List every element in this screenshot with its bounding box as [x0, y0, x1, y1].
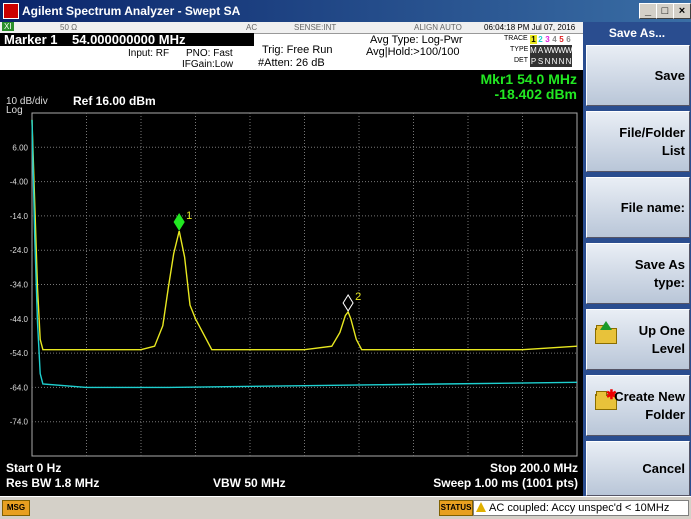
- status-message-box: AC coupled: Accy unspec'd < 10MHz: [473, 500, 689, 516]
- type-2: A: [537, 46, 544, 55]
- marker-label: Marker 1: [4, 32, 58, 47]
- det-4: N: [551, 57, 558, 66]
- y-tick-label: -74.0: [10, 418, 29, 427]
- y-tick-label: -34.0: [10, 281, 29, 290]
- type-6: W: [565, 46, 573, 55]
- cancel-button[interactable]: Cancel: [586, 441, 690, 496]
- trace-6: 6: [566, 35, 571, 44]
- trace-row: 123456: [530, 34, 572, 45]
- y-tick-label: 6.00: [12, 143, 28, 152]
- save-as-type-label-1: Save As: [634, 256, 685, 272]
- res-bw[interactable]: Res BW 1.8 MHz: [6, 476, 99, 490]
- status-message: AC coupled: Accy unspec'd < 10MHz: [489, 502, 670, 514]
- type-3: W: [544, 46, 552, 55]
- trigger-setting: Trig: Free Run: [262, 44, 333, 56]
- up-one-label-1: Up One: [638, 322, 685, 338]
- file-folder-list-button[interactable]: File/Folder List: [586, 111, 690, 172]
- xi-badge: XI: [2, 22, 14, 31]
- sense: SENSE:INT: [294, 23, 337, 32]
- input-setting: Input: RF: [128, 48, 170, 59]
- y-tick-label: -54.0: [10, 349, 29, 358]
- msg-button[interactable]: MSG: [2, 500, 30, 516]
- stop-frequency[interactable]: Stop 200.0 MHz: [490, 461, 578, 475]
- app-icon: [3, 3, 19, 19]
- det-1: P: [530, 57, 537, 66]
- type-5: W: [558, 46, 566, 55]
- det-2: S: [537, 57, 544, 66]
- settings-panel: XI 50 Ω AC SENSE:INT ALIGN AUTO 06:04:18…: [0, 22, 583, 70]
- trace-4: 4: [552, 35, 557, 44]
- impedance: 50 Ω: [60, 23, 78, 32]
- start-frequency[interactable]: Start 0 Hz: [6, 461, 61, 475]
- trace-2: 2: [538, 35, 543, 44]
- maximize-button[interactable]: □: [656, 3, 674, 19]
- close-button[interactable]: ×: [673, 3, 691, 19]
- window-titlebar: Agilent Spectrum Analyzer - Swept SA _ □…: [0, 0, 691, 22]
- det-6: N: [565, 57, 572, 66]
- avg-type: Avg Type: Log-Pwr: [370, 34, 463, 46]
- trace-1: 1: [530, 35, 537, 44]
- det-label: DET: [514, 57, 528, 64]
- save-button[interactable]: Save: [586, 45, 690, 106]
- folder-up-icon: [595, 321, 617, 344]
- file-name-label: File name:: [620, 199, 685, 215]
- y-tick-label: -64.0: [10, 383, 29, 392]
- warning-icon: [476, 502, 486, 512]
- trace-1-line: [31, 119, 578, 351]
- trace-label: TRACE: [504, 35, 528, 42]
- cancel-label: Cancel: [642, 460, 685, 476]
- type-row: MAWWWW: [530, 45, 573, 56]
- up-one-level-button[interactable]: Up One Level: [586, 309, 690, 370]
- file-folder-label-1: File/Folder: [619, 124, 685, 140]
- marker-frequency[interactable]: 54.000000000 MHz: [72, 32, 185, 47]
- datetime: 06:04:18 PM Jul 07, 2016: [484, 23, 576, 32]
- status-button[interactable]: STATUS: [439, 500, 473, 516]
- minimize-button[interactable]: _: [639, 3, 657, 19]
- det-5: N: [558, 57, 565, 66]
- create-new-label-1: Create New: [614, 388, 685, 404]
- type-label: TYPE: [510, 46, 529, 53]
- save-as-type-label-2: type:: [653, 274, 685, 290]
- create-new-folder-button[interactable]: ✱ Create New Folder: [586, 375, 690, 436]
- status-bar: MSG STATUS AC coupled: Accy unspec'd < 1…: [0, 496, 691, 519]
- save-as-type-button[interactable]: Save As type:: [586, 243, 690, 304]
- align-status: ALIGN AUTO: [414, 23, 462, 32]
- softkey-menu-title: Save As...: [608, 26, 666, 40]
- det-row: P SNNNN: [530, 56, 572, 67]
- attenuation-setting: #Atten: 26 dB: [258, 57, 325, 69]
- type-4: W: [551, 46, 559, 55]
- y-tick-label: -14.0: [10, 212, 29, 221]
- spectrum-plot: 6.00 -4.00 -14.0 -24.0 -34.0 -44.0 -54.0 -64.0 -…: [10, 112, 578, 457]
- type-1: M: [530, 46, 537, 55]
- y-tick-label: -24.0: [10, 246, 29, 255]
- save-label: Save: [654, 67, 685, 83]
- window-title: Agilent Spectrum Analyzer - Swept SA: [22, 4, 241, 18]
- marker-2-label: 2: [355, 291, 361, 303]
- file-folder-label-2: List: [661, 142, 685, 158]
- pno-setting: PNO: Fast: [186, 48, 233, 59]
- sweep-time[interactable]: Sweep 1.00 ms (1001 pts): [433, 476, 578, 490]
- coupling: AC: [246, 23, 258, 32]
- avg-hold: Avg|Hold:>100/100: [366, 46, 460, 58]
- vbw[interactable]: VBW 50 MHz: [213, 476, 286, 490]
- marker-2-diamond: [342, 293, 354, 312]
- softkey-panel: Save As... Save File/Folder List File nam…: [583, 22, 691, 496]
- trace-5: 5: [559, 35, 564, 44]
- marker-1-label: 1: [186, 210, 192, 222]
- y-tick-label: -4.00: [10, 178, 29, 187]
- trace-3: 3: [545, 35, 550, 44]
- file-name-button[interactable]: File name:: [586, 177, 690, 238]
- spectrum-display[interactable]: Mkr1 54.0 MHz -18.402 dBm 10 dB/div Log …: [0, 70, 583, 496]
- y-tick-label: -44.0: [10, 315, 29, 324]
- ifgain-setting: IFGain:Low: [182, 59, 234, 70]
- create-new-label-2: Folder: [645, 406, 685, 422]
- det-3: N: [544, 57, 551, 66]
- up-one-label-2: Level: [651, 340, 685, 356]
